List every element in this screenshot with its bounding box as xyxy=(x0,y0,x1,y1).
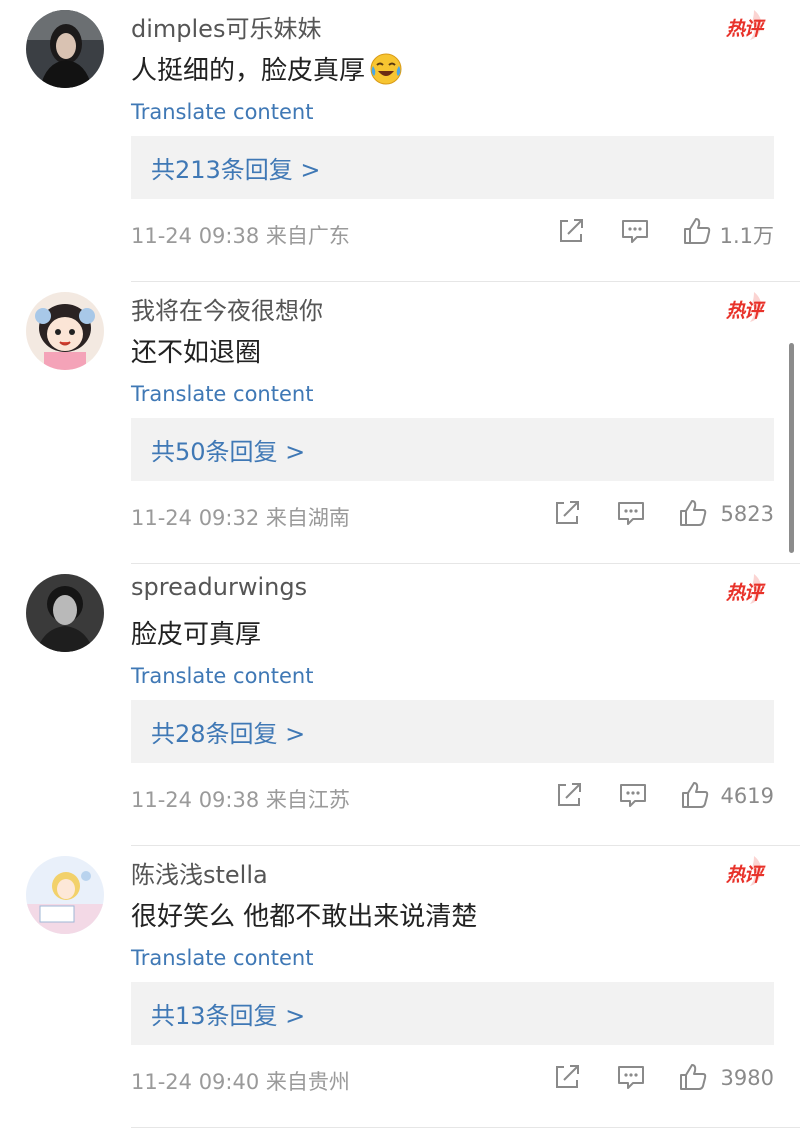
comment-text: 很好笑么 他都不敢出来说清楚 xyxy=(131,902,478,932)
comment-item: spreadurwings 热评 脸皮可真厚 Translate content… xyxy=(0,564,800,846)
hot-comment-badge: 热评 xyxy=(724,854,768,888)
like-icon[interactable] xyxy=(678,1062,708,1092)
translate-link[interactable]: Translate content xyxy=(131,382,313,406)
timestamp-location: 11-24 09:38 来自江苏 xyxy=(131,788,350,812)
like-count: 5823 xyxy=(720,502,774,526)
comment-meta: 11-24 09:38 来自江苏 4619 xyxy=(131,780,774,814)
replies-button[interactable]: 共50条回复 > xyxy=(131,418,774,481)
username[interactable]: dimples可乐妹妹 xyxy=(131,9,321,44)
translate-link[interactable]: Translate content xyxy=(131,100,313,124)
timestamp-location: 11-24 09:32 来自湖南 xyxy=(131,506,350,530)
translate-link[interactable]: Translate content xyxy=(131,946,313,970)
hot-comment-badge: 热评 xyxy=(724,572,768,606)
timestamp-location: 11-24 09:38 来自广东 xyxy=(131,224,350,248)
avatar[interactable] xyxy=(26,856,104,934)
comment-text: 还不如退圈 xyxy=(131,338,262,368)
comment-item: dimples可乐妹妹 热评 人挺细的，脸皮真厚 Translate conte… xyxy=(0,0,800,282)
comment-item: 我将在今夜很想你 热评 还不如退圈 Translate content 共50条… xyxy=(0,282,800,564)
comment-meta: 11-24 09:40 来自贵州 3980 xyxy=(131,1062,774,1096)
avatar[interactable] xyxy=(26,574,104,652)
comment-meta: 11-24 09:32 来自湖南 5823 xyxy=(131,498,774,532)
like-count: 1.1万 xyxy=(719,224,774,248)
username[interactable]: spreadurwings xyxy=(131,573,307,601)
translate-link[interactable]: Translate content xyxy=(131,664,313,688)
avatar[interactable] xyxy=(26,292,104,370)
laugh-cry-emoji-icon xyxy=(370,53,402,84)
comment-meta: 11-24 09:38 来自广东 1.1万 xyxy=(131,216,774,250)
comment-icon[interactable] xyxy=(618,780,648,810)
timestamp-location: 11-24 09:40 来自贵州 xyxy=(131,1070,350,1094)
username[interactable]: 我将在今夜很想你 xyxy=(131,291,323,326)
like-icon[interactable] xyxy=(680,780,710,810)
comment-icon[interactable] xyxy=(616,498,646,528)
replies-button[interactable]: 共13条回复 > xyxy=(131,982,774,1045)
comment-text: 人挺细的，脸皮真厚 xyxy=(131,50,403,87)
like-icon[interactable] xyxy=(678,498,708,528)
hot-comment-badge: 热评 xyxy=(724,290,768,324)
share-icon[interactable] xyxy=(552,498,582,528)
comment-item: 陈浅浅stella 热评 很好笑么 他都不敢出来说清楚 Translate co… xyxy=(0,846,800,1128)
like-count: 4619 xyxy=(720,784,774,808)
avatar[interactable] xyxy=(26,10,104,88)
hot-comment-badge: 热评 xyxy=(724,8,768,42)
comment-icon[interactable] xyxy=(616,1062,646,1092)
share-icon[interactable] xyxy=(554,780,584,810)
username[interactable]: 陈浅浅stella xyxy=(131,855,268,890)
scrollbar[interactable] xyxy=(789,343,794,553)
share-icon[interactable] xyxy=(556,216,586,246)
comment-icon[interactable] xyxy=(620,216,650,246)
replies-button[interactable]: 共28条回复 > xyxy=(131,700,774,763)
share-icon[interactable] xyxy=(552,1062,582,1092)
like-count: 3980 xyxy=(720,1066,774,1090)
like-icon[interactable] xyxy=(682,216,712,246)
comment-text: 脸皮可真厚 xyxy=(131,620,262,650)
replies-button[interactable]: 共213条回复 > xyxy=(131,136,774,199)
